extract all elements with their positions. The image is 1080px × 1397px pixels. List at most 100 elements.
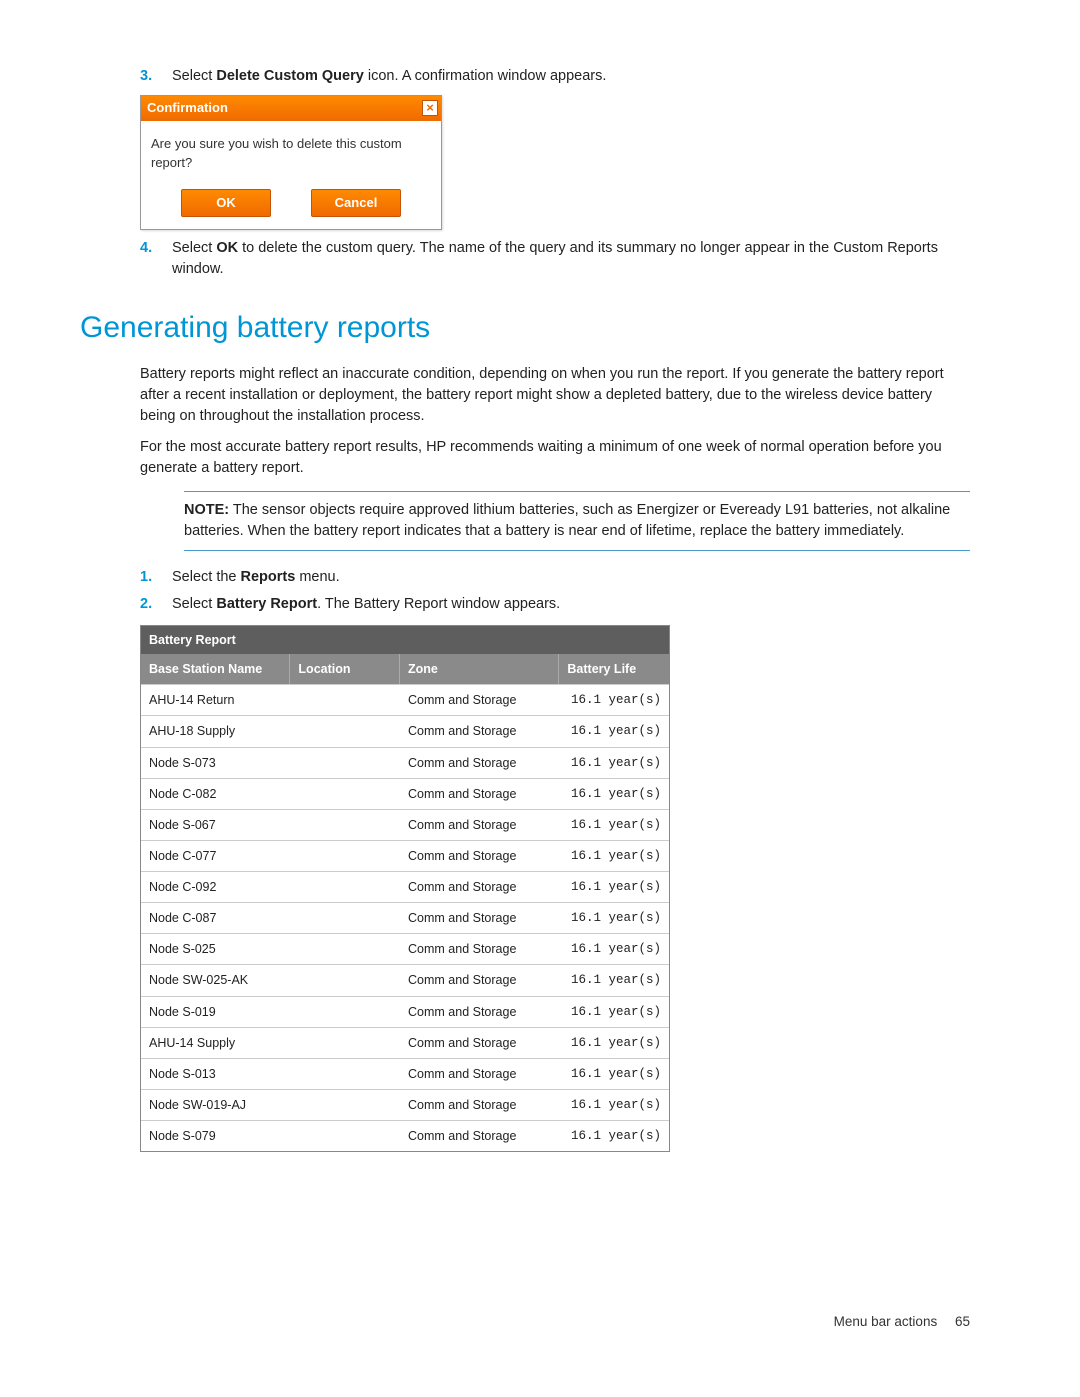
col-header-location[interactable]: Location (290, 654, 400, 684)
cell-location (290, 997, 400, 1027)
battery-report-table: Battery Report Base Station Name Locatio… (140, 625, 670, 1152)
note-block: NOTE: The sensor objects require approve… (184, 491, 970, 551)
cell-name: AHU-14 Supply (141, 1028, 290, 1058)
text: Select (172, 596, 216, 612)
cell-life: 16.1 year(s) (559, 997, 669, 1027)
table-row[interactable]: AHU-18 SupplyComm and Storage16.1 year(s… (141, 715, 669, 746)
dialog-titlebar: Confirmation × (141, 96, 441, 121)
table-row[interactable]: Node SW-025-AKComm and Storage16.1 year(… (141, 964, 669, 995)
text: menu. (295, 569, 339, 585)
step-number: 1. (140, 567, 172, 588)
confirmation-dialog: Confirmation × Are you sure you wish to … (140, 95, 442, 230)
close-icon[interactable]: × (422, 100, 438, 116)
cell-location (290, 934, 400, 964)
table-row[interactable]: Node C-077Comm and Storage16.1 year(s) (141, 840, 669, 871)
page-footer: Menu bar actions 65 (110, 1312, 970, 1332)
cell-name: Node S-019 (141, 997, 290, 1027)
table-row[interactable]: Node S-013Comm and Storage16.1 year(s) (141, 1058, 669, 1089)
page-number: 65 (955, 1314, 970, 1329)
cell-zone: Comm and Storage (400, 748, 559, 778)
cell-location (290, 841, 400, 871)
cell-zone: Comm and Storage (400, 1090, 559, 1120)
cell-life: 16.1 year(s) (559, 810, 669, 840)
cell-name: Node S-067 (141, 810, 290, 840)
cell-location (290, 872, 400, 902)
table-row[interactable]: Node C-087Comm and Storage16.1 year(s) (141, 902, 669, 933)
cell-location (290, 748, 400, 778)
cell-name: AHU-18 Supply (141, 716, 290, 746)
cell-name: Node SW-019-AJ (141, 1090, 290, 1120)
cell-life: 16.1 year(s) (559, 748, 669, 778)
report-title: Battery Report (141, 626, 669, 654)
bold-text: Battery Report (216, 596, 317, 612)
cell-name: Node C-092 (141, 872, 290, 902)
cell-life: 16.1 year(s) (559, 1121, 669, 1151)
step-body: Select OK to delete the custom query. Th… (172, 238, 970, 280)
cell-location (290, 685, 400, 715)
step-1: 1. Select the Reports menu. (140, 567, 970, 588)
table-row[interactable]: Node S-019Comm and Storage16.1 year(s) (141, 996, 669, 1027)
step-3: 3. Select Delete Custom Query icon. A co… (140, 66, 970, 87)
dialog-title: Confirmation (147, 99, 228, 118)
cell-name: Node S-025 (141, 934, 290, 964)
step-body: Select Delete Custom Query icon. A confi… (172, 66, 970, 87)
step-number: 3. (140, 66, 172, 87)
cell-name: AHU-14 Return (141, 685, 290, 715)
table-row[interactable]: Node C-082Comm and Storage16.1 year(s) (141, 778, 669, 809)
dialog-button-row: OK Cancel (141, 183, 441, 230)
table-row[interactable]: AHU-14 Supply Comm and Storage16.1 year(s… (141, 1027, 669, 1058)
col-header-life[interactable]: Battery Life (559, 654, 669, 684)
cell-zone: Comm and Storage (400, 779, 559, 809)
cell-life: 16.1 year(s) (559, 965, 669, 995)
cancel-button[interactable]: Cancel (311, 189, 401, 218)
table-row[interactable]: Node SW-019-AJComm and Storage16.1 year(… (141, 1089, 669, 1120)
cell-zone: Comm and Storage (400, 685, 559, 715)
text: to delete the custom query. The name of … (172, 240, 938, 277)
ok-button[interactable]: OK (181, 189, 271, 218)
cell-zone: Comm and Storage (400, 810, 559, 840)
cell-zone: Comm and Storage (400, 965, 559, 995)
cell-location (290, 1028, 400, 1058)
cell-name: Node S-013 (141, 1059, 290, 1089)
paragraph: Battery reports might reflect an inaccur… (140, 364, 970, 427)
report-header-row: Base Station Name Location Zone Battery … (141, 654, 669, 684)
step-body: Select Battery Report. The Battery Repor… (172, 594, 970, 615)
section-heading: Generating battery reports (80, 306, 970, 350)
col-header-name[interactable]: Base Station Name (141, 654, 290, 684)
text: icon. A confirmation window appears. (364, 68, 607, 84)
cell-location (290, 1121, 400, 1151)
cell-location (290, 965, 400, 995)
cell-location (290, 810, 400, 840)
cell-name: Node S-079 (141, 1121, 290, 1151)
step-body: Select the Reports menu. (172, 567, 970, 588)
step-2: 2. Select Battery Report. The Battery Re… (140, 594, 970, 615)
cell-location (290, 1090, 400, 1120)
cell-name: Node C-077 (141, 841, 290, 871)
table-row[interactable]: Node S-025 Comm and Storage16.1 year(s) (141, 933, 669, 964)
cell-zone: Comm and Storage (400, 934, 559, 964)
cell-life: 16.1 year(s) (559, 1028, 669, 1058)
table-row[interactable]: Node S-073 Comm and Storage16.1 year(s) (141, 747, 669, 778)
cell-location (290, 1059, 400, 1089)
step-4: 4. Select OK to delete the custom query.… (140, 238, 970, 280)
bold-text: Delete Custom Query (216, 68, 363, 84)
cell-zone: Comm and Storage (400, 903, 559, 933)
note-text: The sensor objects require approved lith… (184, 502, 950, 539)
text: Select (172, 68, 216, 84)
cell-life: 16.1 year(s) (559, 1059, 669, 1089)
footer-section: Menu bar actions (834, 1314, 938, 1329)
cell-life: 16.1 year(s) (559, 934, 669, 964)
cell-life: 16.1 year(s) (559, 779, 669, 809)
cell-name: Node S-073 (141, 748, 290, 778)
cell-name: Node C-087 (141, 903, 290, 933)
cell-life: 16.1 year(s) (559, 872, 669, 902)
cell-life: 16.1 year(s) (559, 685, 669, 715)
table-row[interactable]: Node S-079Comm and Storage16.1 year(s) (141, 1120, 669, 1151)
bold-text: OK (216, 240, 238, 256)
cell-location (290, 779, 400, 809)
table-row[interactable]: Node S-067 Comm and Storage16.1 year(s) (141, 809, 669, 840)
cell-zone: Comm and Storage (400, 1028, 559, 1058)
col-header-zone[interactable]: Zone (400, 654, 559, 684)
table-row[interactable]: Node C-092Comm and Storage16.1 year(s) (141, 871, 669, 902)
table-row[interactable]: AHU-14 Return Comm and Storage16.1 year(s… (141, 684, 669, 715)
